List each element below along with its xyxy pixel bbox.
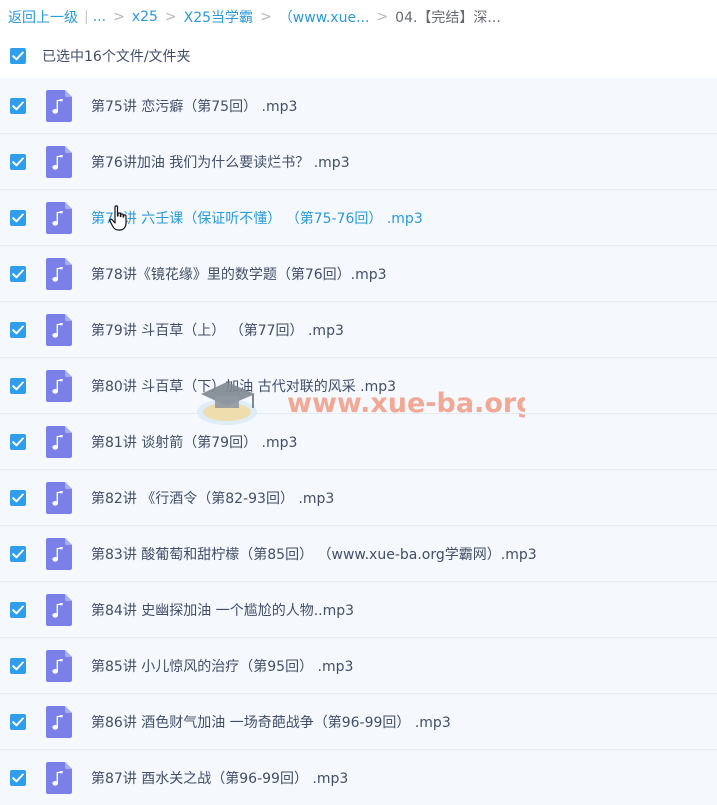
checkmark-icon <box>12 437 24 446</box>
file-checkbox[interactable] <box>10 209 26 226</box>
music-file-icon <box>46 705 72 738</box>
checkmark-icon <box>12 381 24 390</box>
breadcrumb-item-www[interactable]: （www.xue... <box>279 7 370 27</box>
file-name: 第76讲加油 我们为什么要读烂书？ .mp3 <box>91 154 350 171</box>
checkmark-icon <box>12 549 24 558</box>
breadcrumb-separator: > <box>113 9 125 25</box>
file-row[interactable]: 第82讲 《行酒令（第82-93回） .mp3 <box>0 470 717 526</box>
music-file-icon <box>46 425 72 458</box>
file-row[interactable]: 第80讲 斗百草（下）加油 古代对联的风采 .mp3 <box>0 358 717 414</box>
checkmark-icon <box>12 717 24 726</box>
file-name: 第78讲《镜花缘》里的数学题（第76回）.mp3 <box>91 266 387 283</box>
file-row[interactable]: 第76讲加油 我们为什么要读烂书？ .mp3 <box>0 134 717 190</box>
file-name: 第79讲 斗百草（上） （第77回） .mp3 <box>91 322 344 339</box>
file-row[interactable]: 第79讲 斗百草（上） （第77回） .mp3 <box>0 302 717 358</box>
file-row[interactable]: 第87讲 酉水关之战（第96-99回） .mp3 <box>0 750 717 805</box>
file-checkbox[interactable] <box>10 321 26 338</box>
file-browser: 返回上一级 | ... > x25 > X25当学霸 > （www.xue...… <box>0 0 717 805</box>
music-file-icon <box>46 649 72 682</box>
breadcrumb-current: 04.【完结】深... <box>395 10 501 26</box>
music-file-icon <box>46 761 72 794</box>
file-row[interactable]: 第83讲 酸葡萄和甜柠檬（第85回） （www.xue-ba.org学霸网）.m… <box>0 526 717 582</box>
checkmark-icon <box>12 213 24 222</box>
checkmark-icon <box>12 325 24 334</box>
checkmark-icon <box>12 51 24 61</box>
checkmark-icon <box>12 101 24 110</box>
selection-summary: 已选中16个文件/文件夹 <box>42 49 191 65</box>
file-checkbox[interactable] <box>10 545 26 562</box>
breadcrumb-pipe: | <box>84 9 89 25</box>
back-link[interactable]: 返回上一级 <box>8 7 78 27</box>
file-list: 第75讲 恋污癖（第75回） .mp3 第76讲加油 我们为什么要读烂书？ .mp… <box>0 78 717 805</box>
breadcrumb-item-x25-xueba[interactable]: X25当学霸 <box>184 7 253 27</box>
music-file-icon <box>46 201 72 234</box>
file-checkbox[interactable] <box>10 769 26 786</box>
selection-header: 已选中16个文件/文件夹 <box>0 34 717 78</box>
breadcrumb: 返回上一级 | ... > x25 > X25当学霸 > （www.xue...… <box>0 0 717 34</box>
checkmark-icon <box>12 661 24 670</box>
music-file-icon <box>46 369 72 402</box>
file-name: 第84讲 史幽探加油 一个尴尬的人物..mp3 <box>91 602 355 619</box>
file-checkbox[interactable] <box>10 601 26 618</box>
file-checkbox[interactable] <box>10 153 26 170</box>
select-all-checkbox[interactable] <box>10 48 26 64</box>
music-file-icon <box>46 89 72 122</box>
file-name: 第87讲 酉水关之战（第96-99回） .mp3 <box>91 770 349 787</box>
file-checkbox[interactable] <box>10 97 26 114</box>
file-name: 第82讲 《行酒令（第82-93回） .mp3 <box>91 490 335 507</box>
file-checkbox[interactable] <box>10 713 26 730</box>
file-checkbox[interactable] <box>10 265 26 282</box>
file-name: 第81讲 谈射箭（第79回） .mp3 <box>91 434 298 451</box>
file-name: 第75讲 恋污癖（第75回） .mp3 <box>91 98 298 115</box>
file-name: 第80讲 斗百草（下）加油 古代对联的风采 .mp3 <box>91 378 397 395</box>
breadcrumb-separator: > <box>164 9 177 25</box>
breadcrumb-separator: > <box>376 9 389 25</box>
music-file-icon <box>46 593 72 626</box>
file-name: 第86讲 酒色财气加油 一场奇葩战争（第96-99回） .mp3 <box>91 714 451 731</box>
file-row[interactable]: 第77讲 六壬课（保证听不懂） （第75-76回） .mp3 <box>0 190 717 246</box>
music-file-icon <box>46 481 72 514</box>
checkmark-icon <box>12 157 24 166</box>
file-name: 第85讲 小儿惊风的治疗（第95回） .mp3 <box>91 658 354 675</box>
file-row[interactable]: 第86讲 酒色财气加油 一场奇葩战争（第96-99回） .mp3 <box>0 694 717 750</box>
file-row[interactable]: 第85讲 小儿惊风的治疗（第95回） .mp3 <box>0 638 717 694</box>
checkmark-icon <box>12 493 24 502</box>
breadcrumb-separator: > <box>260 9 272 25</box>
music-file-icon <box>46 257 72 290</box>
file-row[interactable]: 第78讲《镜花缘》里的数学题（第76回）.mp3 <box>0 246 717 302</box>
checkmark-icon <box>12 773 24 782</box>
breadcrumb-item-x25[interactable]: x25 <box>132 9 158 25</box>
breadcrumb-ellipsis[interactable]: ... <box>93 9 106 25</box>
checkmark-icon <box>12 269 24 278</box>
file-name: 第77讲 六壬课（保证听不懂） （第75-76回） .mp3 <box>91 210 423 227</box>
file-row[interactable]: 第75讲 恋污癖（第75回） .mp3 <box>0 78 717 134</box>
music-file-icon <box>46 537 72 570</box>
file-name: 第83讲 酸葡萄和甜柠檬（第85回） （www.xue-ba.org学霸网）.m… <box>91 546 537 563</box>
music-file-icon <box>46 313 72 346</box>
file-checkbox[interactable] <box>10 433 26 450</box>
file-checkbox[interactable] <box>10 377 26 394</box>
file-row[interactable]: 第84讲 史幽探加油 一个尴尬的人物..mp3 <box>0 582 717 638</box>
file-checkbox[interactable] <box>10 489 26 506</box>
checkmark-icon <box>12 605 24 614</box>
file-row[interactable]: 第81讲 谈射箭（第79回） .mp3 <box>0 414 717 470</box>
file-checkbox[interactable] <box>10 657 26 674</box>
music-file-icon <box>46 145 72 178</box>
